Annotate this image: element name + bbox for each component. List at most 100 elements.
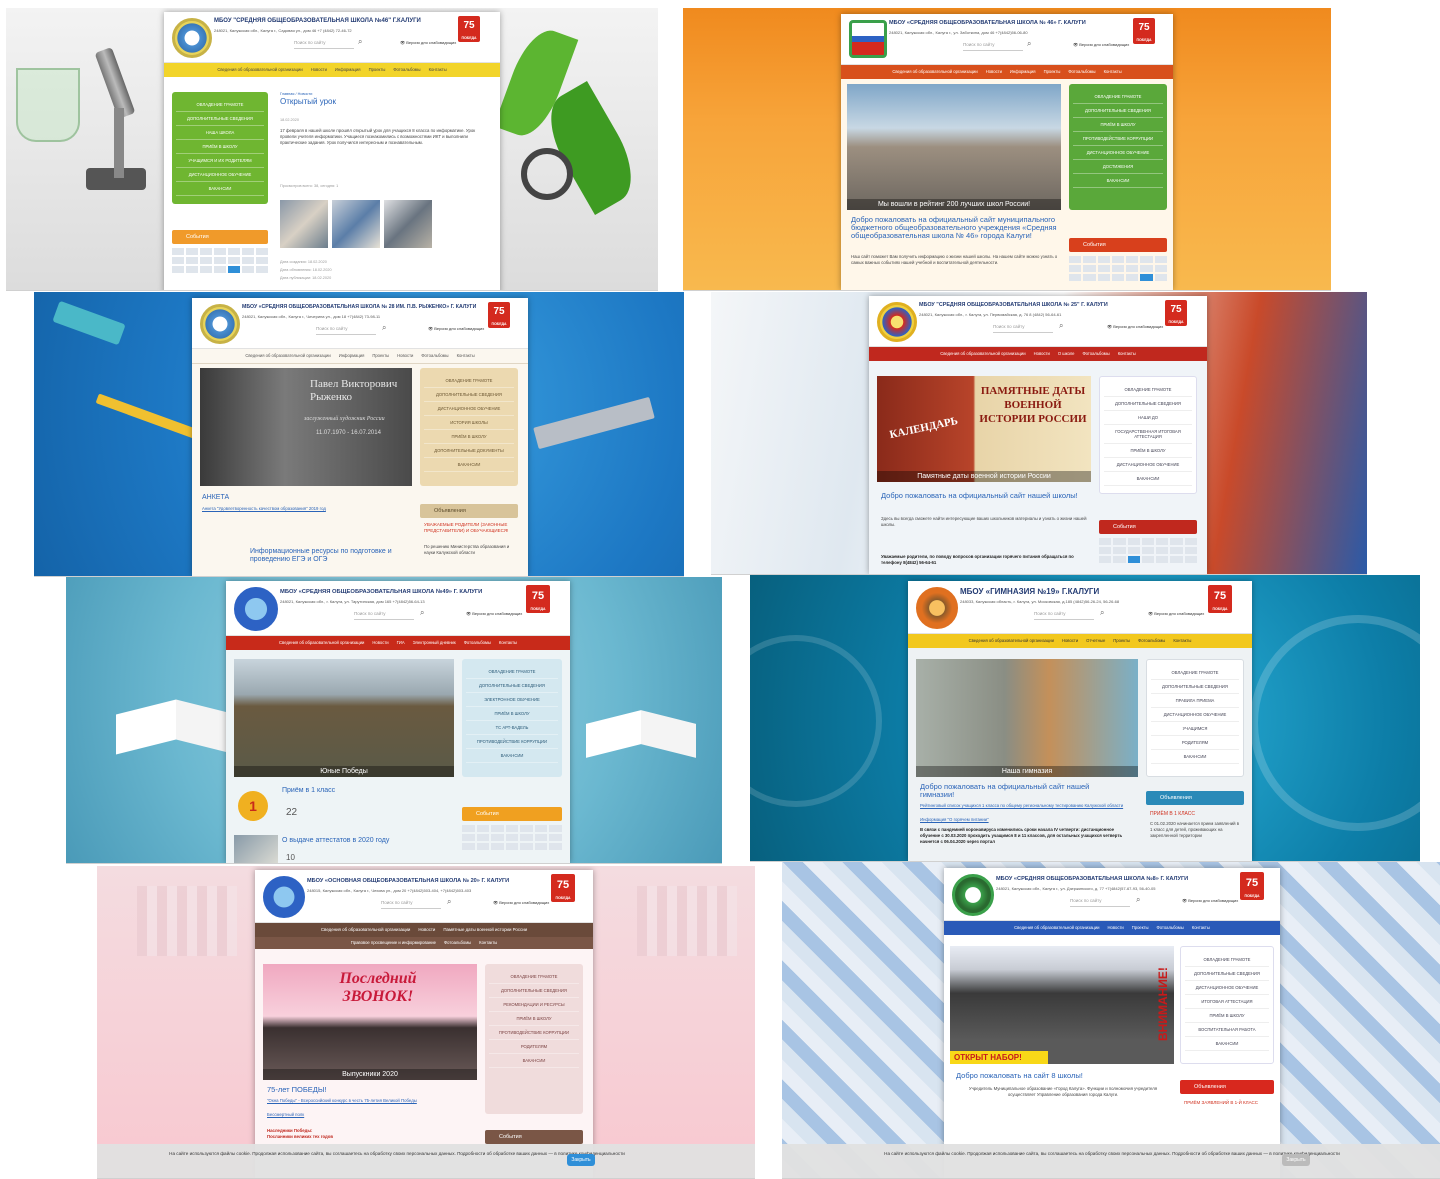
gallery-photo[interactable] <box>384 200 432 248</box>
side-menu-item[interactable]: Дистанционное обучение <box>1151 708 1239 722</box>
cookie-close-button[interactable]: Закрыть <box>1282 1154 1310 1166</box>
main-photo[interactable]: Мы вошли в рейтинг 200 лучших школ Росси… <box>847 84 1061 210</box>
side-menu-item[interactable]: Наши ДО <box>1104 411 1192 425</box>
side-menu-item[interactable]: Вакансии <box>1073 174 1163 188</box>
side-menu-item[interactable]: Приём в школу <box>176 140 264 154</box>
nav-item[interactable]: Новости <box>1062 638 1078 643</box>
side-menu-item[interactable]: Овладение грамоте <box>424 374 514 388</box>
gallery-photo[interactable] <box>332 200 380 248</box>
side-menu-item[interactable]: Дополнительные сведения <box>424 388 514 402</box>
side-menu-item[interactable]: Дополнительные сведения <box>489 984 579 998</box>
side-menu-item[interactable]: Приём в школу <box>466 707 558 721</box>
nav-item[interactable]: Проекты <box>1132 925 1149 930</box>
vision-impaired-link[interactable]: 👁 Версия для слабовидящих <box>1148 611 1204 616</box>
breadcrumb[interactable]: Главная / Новости <box>280 92 312 96</box>
info-resources-title[interactable]: Информационные ресурсы по подготовке и п… <box>250 548 414 564</box>
side-menu-item[interactable]: Рекомендации и ресурсы <box>489 998 579 1012</box>
side-menu-item[interactable]: Дополнительные сведения <box>1151 680 1239 694</box>
side-menu-item[interactable]: Приём в школу <box>1185 1009 1269 1023</box>
nav-item[interactable]: Фотоальбомы <box>1157 925 1184 930</box>
nav-item[interactable]: Контакты <box>457 353 475 358</box>
side-menu-item[interactable]: Дистанционное обучение <box>176 168 264 182</box>
side-menu-item[interactable]: Вакансии <box>176 182 264 196</box>
nav-item[interactable]: Новости <box>1108 925 1124 930</box>
side-menu-item[interactable]: Государственная итоговая аттестация <box>1104 425 1192 444</box>
vision-impaired-link[interactable]: 👁 Версия для слабовидящих <box>400 40 456 45</box>
side-menu-item[interactable]: Достижения <box>1073 160 1163 174</box>
search-icon[interactable]: ⌕ <box>1027 39 1031 49</box>
side-menu-item[interactable]: Вакансии <box>466 749 558 763</box>
side-menu-item[interactable]: Дистанционное обучение <box>1185 981 1269 995</box>
nav-item[interactable]: ГИА <box>397 640 405 645</box>
search-input[interactable]: Поиск по сайту <box>963 42 1023 51</box>
side-menu-item[interactable]: Итоговая аттестация <box>1185 995 1269 1009</box>
side-menu-item[interactable]: Приём в школу <box>1104 444 1192 458</box>
calendar-banner[interactable]: КАЛЕНДАРЬ ПАМЯТНЫЕ ДАТЫ ВОЕННОЙ ИСТОРИИ … <box>877 376 1091 482</box>
nav-item[interactable]: Правовое просвещение и информирование <box>351 940 436 945</box>
search-icon[interactable]: ⌕ <box>1059 321 1063 331</box>
vision-impaired-link[interactable]: 👁 Версия для слабовидящих <box>1073 42 1129 47</box>
nav-item[interactable]: Сведения об образовательной организации <box>892 69 977 74</box>
vision-impaired-link[interactable]: 👁 Версия для слабовидящих <box>1107 324 1163 329</box>
side-menu-item[interactable]: Дополнительные сведения <box>466 679 558 693</box>
nav-item[interactable]: Контакты <box>1118 351 1136 356</box>
side-menu-item[interactable]: Родителям <box>489 1040 579 1054</box>
main-photo[interactable]: Наша гимназия <box>916 659 1138 777</box>
news-thumbnail[interactable] <box>234 835 278 863</box>
nav-item[interactable]: Фотоальбомы <box>1068 69 1095 74</box>
side-menu-item[interactable]: Электронное обучение <box>466 693 558 707</box>
search-icon[interactable]: ⌕ <box>420 608 424 618</box>
victory-link-2[interactable]: Бессмертный полк <box>267 1112 473 1118</box>
side-menu-item[interactable]: Наша школа <box>176 126 264 140</box>
search-input[interactable]: Поиск по сайту <box>381 900 441 909</box>
side-menu-item[interactable]: Овладение грамоте <box>1073 90 1163 104</box>
side-menu-item[interactable]: Вакансии <box>1104 472 1192 486</box>
side-menu-item[interactable]: Вакансии <box>1185 1037 1269 1051</box>
nav-item[interactable]: Сведения об образовательной организации <box>321 927 411 932</box>
nav-item[interactable]: Проекты <box>369 67 386 72</box>
nav-item[interactable]: Сведения об образовательной организации <box>279 640 364 645</box>
search-icon[interactable]: ⌕ <box>1100 608 1104 618</box>
search-icon[interactable]: ⌕ <box>447 897 451 907</box>
search-input[interactable]: Поиск по сайту <box>316 326 376 335</box>
vision-impaired-link[interactable]: 👁 Версия для слабовидящих <box>1182 898 1238 903</box>
nav-item[interactable]: Памятные даты военной истории России <box>443 927 527 932</box>
search-input[interactable]: Поиск по сайту <box>1070 898 1130 907</box>
side-menu-item[interactable]: Противодействие коррупции <box>466 735 558 749</box>
nav-item[interactable]: Сведения об образовательной организации <box>245 353 330 358</box>
side-menu-item[interactable]: Овладение грамоте <box>466 665 558 679</box>
nav-item[interactable]: Проекты <box>1044 69 1061 74</box>
victory-link[interactable]: "Окна Победы" - Всероссийский конкурс в … <box>267 1098 473 1104</box>
nav-item[interactable]: Сведения об образовательной организации <box>969 638 1054 643</box>
nav-item[interactable]: Сведения об образовательной организации <box>217 67 302 72</box>
nav-item[interactable]: Новости <box>1034 351 1050 356</box>
gallery-photo[interactable] <box>280 200 328 248</box>
search-input[interactable]: Поиск по сайту <box>1034 611 1094 620</box>
nav-item[interactable]: Информация <box>1010 69 1036 74</box>
side-menu-item[interactable]: Дополнительные сведения <box>176 112 264 126</box>
side-menu-item[interactable]: Овладение грамоте <box>489 970 579 984</box>
vision-impaired-link[interactable]: 👁 Версия для слабовидящих <box>493 900 549 905</box>
cadet-banner[interactable]: ВНИМАНИЕ! ОТКРЫТ НАБОР! <box>950 946 1174 1064</box>
side-menu-item[interactable]: Овладение грамоте <box>1185 953 1269 967</box>
nav-item[interactable]: Контакты <box>1173 638 1191 643</box>
side-menu-item[interactable]: Приём в школу <box>489 1012 579 1026</box>
side-menu-item[interactable]: Дополнительные сведения <box>1185 967 1269 981</box>
memorial-photo[interactable]: Павел Викторович Рыженко заслуженный худ… <box>200 368 412 486</box>
news-title[interactable]: Приём в 1 класс <box>282 787 335 795</box>
last-bell-banner[interactable]: Последний ЗВОНОК! Выпускники 2020 <box>263 964 477 1080</box>
nav-item[interactable]: Новости <box>986 69 1002 74</box>
search-input[interactable]: Поиск по сайту <box>993 324 1053 333</box>
side-menu-item[interactable]: Дистанционное обучение <box>424 402 514 416</box>
nav-item[interactable]: Фотоальбомы <box>444 940 471 945</box>
nav-item[interactable]: Новости <box>418 927 435 932</box>
vision-impaired-link[interactable]: 👁 Версия для слабовидящих <box>428 326 484 331</box>
nav-item[interactable]: Контакты <box>499 640 517 645</box>
side-menu-item[interactable]: Овладение грамоте <box>1104 383 1192 397</box>
rating-link[interactable]: Рейтинговый список учащихся 1 класса по … <box>920 803 1134 809</box>
nav-item[interactable]: Контакты <box>1192 925 1210 930</box>
nav-item[interactable]: Новости <box>397 353 413 358</box>
side-menu-item[interactable]: Учащимся <box>1151 722 1239 736</box>
nav-item[interactable]: Отчетные <box>1086 638 1105 643</box>
nav-item[interactable]: Фотоальбомы <box>1082 351 1109 356</box>
